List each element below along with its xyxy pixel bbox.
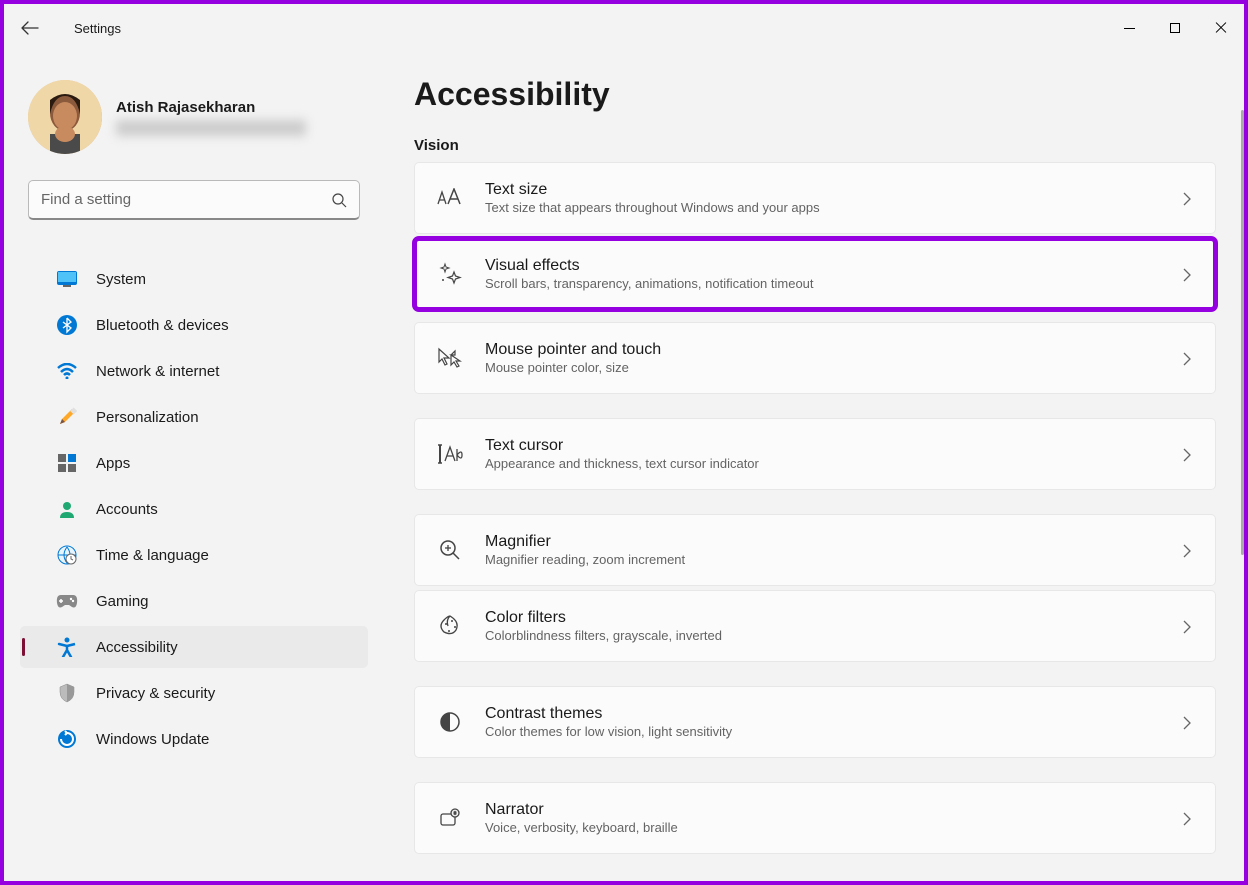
sidebar-item-privacy[interactable]: Privacy & security — [20, 672, 368, 714]
sidebar-item-windows-update[interactable]: Windows Update — [20, 718, 368, 760]
narrator-icon — [437, 805, 463, 831]
card-title: Contrast themes — [485, 705, 1183, 723]
accessibility-icon — [56, 636, 78, 658]
search-icon — [331, 192, 347, 208]
card-magnifier[interactable]: Magnifier Magnifier reading, zoom increm… — [414, 514, 1216, 586]
sidebar-item-system[interactable]: System — [20, 258, 368, 300]
privacy-icon — [56, 682, 78, 704]
sidebar-item-label: Time & language — [96, 547, 209, 564]
close-button[interactable] — [1198, 13, 1244, 43]
chevron-right-icon — [1183, 544, 1195, 556]
card-subtitle: Appearance and thickness, text cursor in… — [485, 456, 1183, 471]
sidebar-item-label: Windows Update — [96, 731, 209, 748]
windows-update-icon — [56, 728, 78, 750]
network-icon — [56, 360, 78, 382]
section-header: Vision — [414, 137, 1216, 154]
titlebar: Settings — [4, 4, 1244, 52]
time-language-icon — [56, 544, 78, 566]
chevron-right-icon — [1183, 268, 1195, 280]
chevron-right-icon — [1183, 620, 1195, 632]
sidebar-item-label: Accessibility — [96, 639, 178, 656]
system-icon — [56, 268, 78, 290]
card-title: Magnifier — [485, 533, 1183, 551]
chevron-right-icon — [1183, 716, 1195, 728]
sidebar-item-label: System — [96, 271, 146, 288]
close-icon — [1214, 21, 1228, 35]
card-title: Text size — [485, 181, 1183, 199]
user-name: Atish Rajasekharan — [116, 99, 306, 116]
color-filters-icon — [437, 613, 463, 639]
card-contrast-themes[interactable]: Contrast themes Color themes for low vis… — [414, 686, 1216, 758]
card-visual-effects[interactable]: Visual effects Scroll bars, transparency… — [414, 238, 1216, 310]
card-title: Narrator — [485, 801, 1183, 819]
text-size-icon — [437, 185, 463, 211]
card-subtitle: Color themes for low vision, light sensi… — [485, 724, 1183, 739]
visual-effects-icon — [437, 261, 463, 287]
card-subtitle: Voice, verbosity, keyboard, braille — [485, 820, 1183, 835]
card-title: Visual effects — [485, 257, 1183, 275]
accounts-icon — [56, 498, 78, 520]
card-title: Color filters — [485, 609, 1183, 627]
sidebar-item-personalization[interactable]: Personalization — [20, 396, 368, 438]
scrollbar[interactable] — [1241, 110, 1244, 555]
nav-list: System Bluetooth & devices Network & int… — [4, 236, 384, 760]
chevron-right-icon — [1183, 352, 1195, 364]
minimize-icon — [1124, 28, 1135, 29]
sidebar-item-network[interactable]: Network & internet — [20, 350, 368, 392]
sidebar-item-gaming[interactable]: Gaming — [20, 580, 368, 622]
sidebar-item-label: Apps — [96, 455, 130, 472]
sidebar-item-label: Personalization — [96, 409, 199, 426]
user-profile[interactable]: Atish Rajasekharan — [4, 80, 384, 180]
card-title: Mouse pointer and touch — [485, 341, 1183, 359]
card-subtitle: Scroll bars, transparency, animations, n… — [485, 276, 1183, 291]
apps-icon — [56, 452, 78, 474]
bluetooth-icon — [56, 314, 78, 336]
sidebar-item-bluetooth[interactable]: Bluetooth & devices — [20, 304, 368, 346]
contrast-icon — [437, 709, 463, 735]
card-subtitle: Text size that appears throughout Window… — [485, 200, 1183, 215]
mouse-pointer-icon — [437, 345, 463, 371]
text-cursor-icon — [437, 441, 463, 467]
avatar — [28, 80, 102, 154]
search-box[interactable] — [28, 180, 360, 220]
sidebar-item-label: Network & internet — [96, 363, 219, 380]
page-title: Accessibility — [414, 76, 1216, 113]
sidebar-item-accessibility[interactable]: Accessibility — [20, 626, 368, 668]
sidebar-item-accounts[interactable]: Accounts — [20, 488, 368, 530]
card-subtitle: Mouse pointer color, size — [485, 360, 1183, 375]
sidebar-item-label: Privacy & security — [96, 685, 215, 702]
card-text-size[interactable]: Text size Text size that appears through… — [414, 162, 1216, 234]
sidebar: Atish Rajasekharan System — [4, 52, 384, 881]
content-area: Accessibility Vision Text size Text size… — [384, 52, 1244, 881]
magnifier-icon — [437, 537, 463, 563]
sidebar-item-label: Gaming — [96, 593, 149, 610]
card-title: Text cursor — [485, 437, 1183, 455]
back-button[interactable] — [4, 4, 56, 52]
minimize-button[interactable] — [1106, 13, 1152, 43]
sidebar-item-time-language[interactable]: Time & language — [20, 534, 368, 576]
search-input[interactable] — [41, 191, 331, 208]
chevron-right-icon — [1183, 192, 1195, 204]
sidebar-item-apps[interactable]: Apps — [20, 442, 368, 484]
card-narrator[interactable]: Narrator Voice, verbosity, keyboard, bra… — [414, 782, 1216, 854]
card-list: Text size Text size that appears through… — [414, 162, 1216, 858]
card-text-cursor[interactable]: Text cursor Appearance and thickness, te… — [414, 418, 1216, 490]
sidebar-item-label: Bluetooth & devices — [96, 317, 229, 334]
sidebar-item-label: Accounts — [96, 501, 158, 518]
card-color-filters[interactable]: Color filters Colorblindness filters, gr… — [414, 590, 1216, 662]
card-subtitle: Magnifier reading, zoom increment — [485, 552, 1183, 567]
maximize-button[interactable] — [1152, 13, 1198, 43]
back-arrow-icon — [21, 21, 39, 35]
maximize-icon — [1170, 23, 1180, 33]
chevron-right-icon — [1183, 448, 1195, 460]
card-subtitle: Colorblindness filters, grayscale, inver… — [485, 628, 1183, 643]
personalization-icon — [56, 406, 78, 428]
gaming-icon — [56, 590, 78, 612]
window-title: Settings — [74, 21, 121, 36]
chevron-right-icon — [1183, 812, 1195, 824]
user-email-blurred — [116, 120, 306, 136]
card-mouse-pointer[interactable]: Mouse pointer and touch Mouse pointer co… — [414, 322, 1216, 394]
